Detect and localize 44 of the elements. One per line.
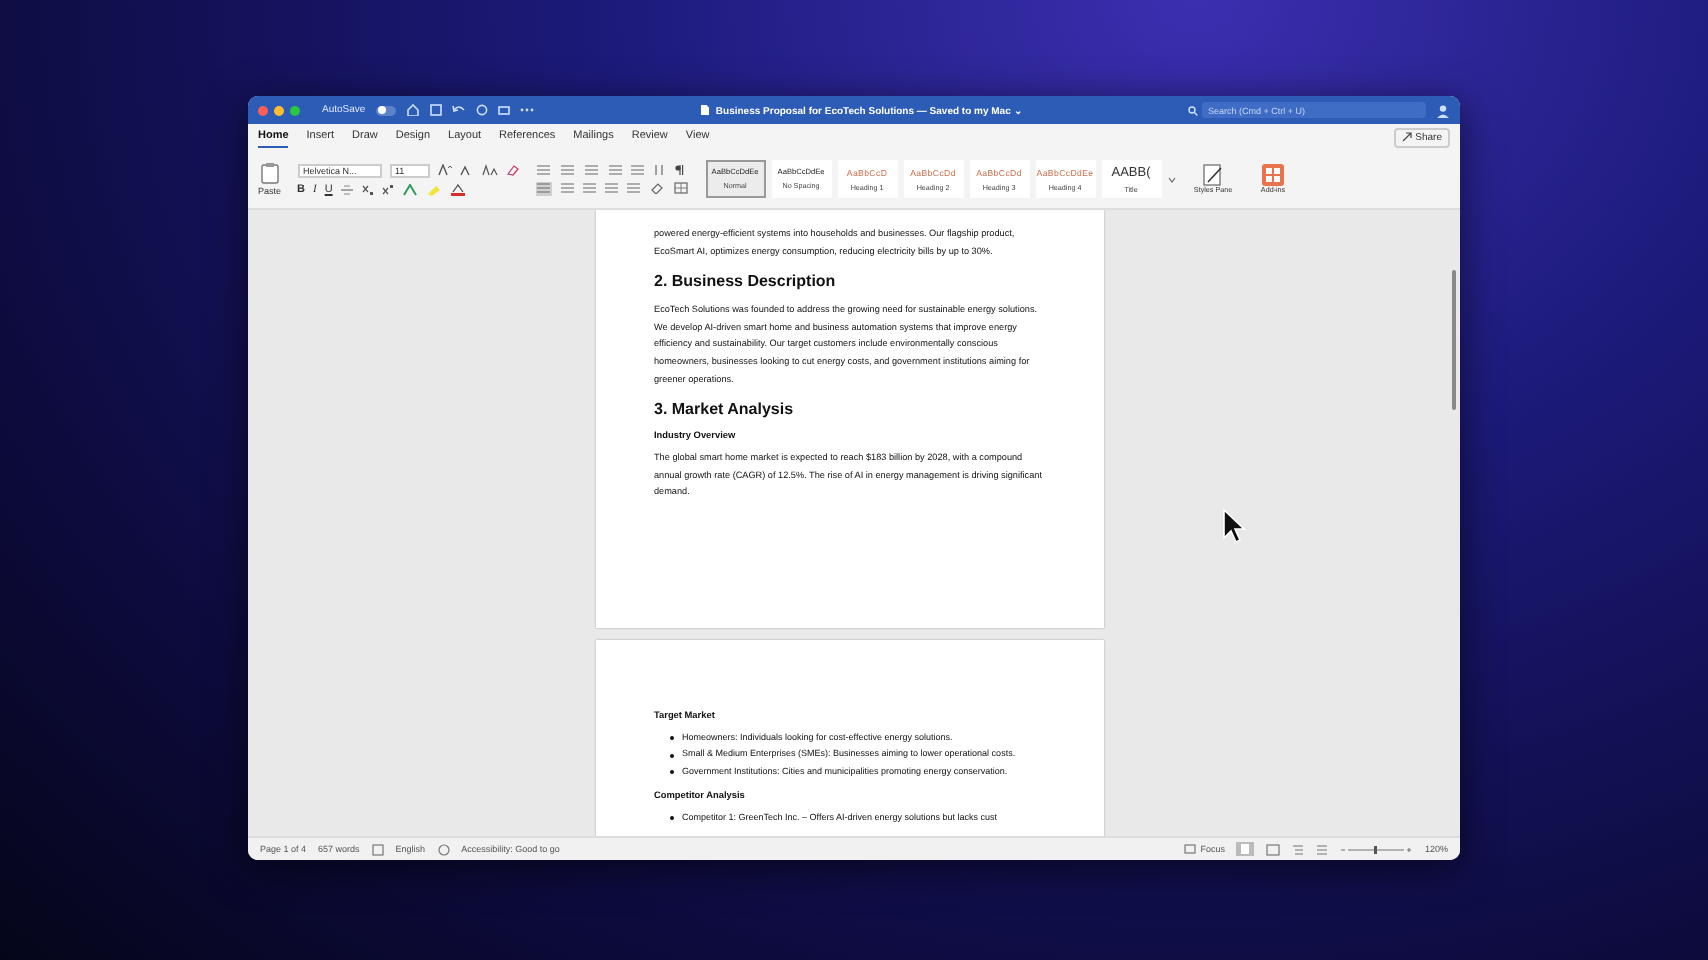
change-case-icon[interactable]: [481, 164, 498, 176]
document-icon: [699, 104, 710, 116]
section-heading: 2. Business Description: [654, 272, 838, 291]
grid-icon: [1262, 163, 1285, 186]
subscript-icon[interactable]: [362, 183, 375, 195]
clipboard-icon: [259, 162, 280, 184]
zoom-slider-icon[interactable]: [1340, 843, 1413, 855]
accessibility-icon[interactable]: [437, 843, 450, 855]
draft-icon[interactable]: [1316, 843, 1329, 855]
autosave-toggle[interactable]: [375, 105, 396, 115]
justify-icon[interactable]: [603, 182, 618, 194]
more-icon[interactable]: [519, 104, 534, 116]
bullet-list-icon[interactable]: [535, 163, 552, 175]
increase-indent-icon[interactable]: [629, 163, 644, 175]
strikethrough-icon[interactable]: [340, 183, 355, 195]
pilcrow-icon[interactable]: [673, 163, 684, 175]
grow-font-icon[interactable]: [437, 164, 452, 176]
person-icon[interactable]: [1436, 103, 1450, 117]
superscript-icon[interactable]: [382, 183, 395, 195]
text-effects-icon[interactable]: [402, 183, 419, 195]
decrease-indent-icon[interactable]: [607, 163, 622, 175]
align-left-icon[interactable]: [535, 181, 552, 195]
web-layout-icon[interactable]: [1266, 843, 1281, 855]
home-icon[interactable]: [405, 104, 420, 116]
multilevel-list-icon[interactable]: [583, 163, 600, 175]
outline-icon[interactable]: [1292, 843, 1305, 855]
undo-icon[interactable]: [451, 104, 466, 116]
section-heading: 3. Market Analysis: [654, 400, 796, 419]
mouse-pointer-icon: [1222, 508, 1246, 544]
pen-page-icon: [1202, 163, 1225, 186]
share-icon: [1401, 132, 1412, 142]
proofing-icon[interactable]: [371, 843, 384, 855]
caret-icon[interactable]: [1167, 175, 1176, 183]
clear-format-icon[interactable]: [505, 164, 520, 176]
align-center-icon[interactable]: [559, 182, 574, 194]
font-color-icon[interactable]: [450, 183, 467, 195]
shrink-font-icon[interactable]: [459, 164, 474, 176]
search-icon: [1188, 105, 1198, 115]
numbered-list-icon[interactable]: [559, 163, 576, 175]
print-layout-icon[interactable]: [1236, 842, 1255, 856]
focus-icon: [1184, 844, 1197, 854]
line-spacing-icon[interactable]: [625, 182, 642, 194]
align-right-icon[interactable]: [581, 182, 596, 194]
scrollbar-thumb[interactable]: [1452, 270, 1456, 410]
